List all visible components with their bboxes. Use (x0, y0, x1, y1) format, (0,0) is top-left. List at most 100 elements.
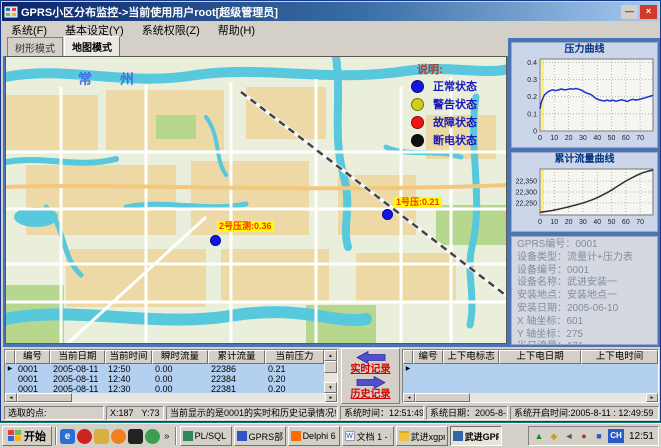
hscroll-thumb[interactable] (17, 393, 72, 402)
column-header[interactable]: 编号 (413, 350, 443, 364)
network-status-icon[interactable]: ▲ (533, 430, 545, 442)
station-marker-1[interactable] (382, 209, 393, 220)
notes-icon[interactable] (94, 429, 109, 444)
scroll-up-icon[interactable]: ▲ (324, 350, 337, 361)
language-indicator[interactable]: CH (608, 429, 624, 443)
scroll-right-icon[interactable]: ► (325, 393, 337, 402)
vscroll-thumb[interactable] (324, 361, 337, 373)
update-icon[interactable]: ◆ (548, 430, 560, 442)
minimize-button[interactable]: — (621, 5, 638, 19)
info-device-type: 设备类型：流量计+压力表 (517, 252, 657, 265)
hscroll-thumb[interactable] (415, 393, 470, 402)
table-cell: 0001 (15, 374, 50, 384)
column-header[interactable]: 上下电时间 (581, 350, 658, 364)
client-area: 树形模式 地图模式 (3, 38, 660, 347)
media-player-icon[interactable] (77, 429, 92, 444)
qq-icon[interactable] (128, 429, 143, 444)
table-cell: 22386 (208, 364, 265, 374)
status-system-start-time: 系统开启时间:2005-8-11 : 12:49:59 (510, 406, 659, 420)
browser-globe-icon[interactable] (145, 429, 160, 444)
table-row[interactable]: 00012005-08-1112:400.00223840.20 (5, 374, 324, 384)
menu-help[interactable]: 帮助(H) (209, 21, 264, 39)
column-header[interactable]: 当前压力 (265, 350, 324, 364)
antivirus-icon[interactable]: ● (578, 430, 590, 442)
column-header[interactable]: 上下电标志 (443, 350, 499, 364)
task-folder-wujin[interactable]: 武进xgprs (396, 426, 448, 446)
folder-icon (399, 431, 409, 441)
status-selected-point: 选取的点: (4, 406, 104, 420)
column-header[interactable]: 当前日期 (50, 350, 105, 364)
svg-text:22,250: 22,250 (516, 200, 538, 207)
svg-text:10: 10 (550, 219, 558, 226)
station-label-1[interactable]: 1号压:0.21 (394, 197, 442, 208)
bottom-section: 编号当前日期当前时间瞬时流量累计流量当前压力 ▶00012005-08-1112… (3, 347, 660, 405)
table-cell: 12:40 (105, 374, 152, 384)
svg-text:40: 40 (593, 219, 601, 226)
svg-text:60: 60 (622, 135, 630, 142)
history-records-button[interactable]: 历史记录 (351, 376, 391, 401)
column-header[interactable]: 累计流量 (208, 350, 265, 364)
column-header[interactable]: 编号 (15, 350, 50, 364)
status-x: X:187 (110, 407, 134, 419)
status-y: Y:73 (142, 407, 160, 419)
start-button[interactable]: 开始 (2, 426, 52, 446)
menu-permissions[interactable]: 系统权限(Z) (133, 21, 209, 39)
info-device-name: 设备名称：武进安装一 (517, 277, 657, 290)
system-tray: ▲ ◆ ◄ ● ■ CH 12:51 (528, 426, 659, 446)
legend-label-warning: 警告状态 (433, 96, 477, 112)
plsql-icon (183, 431, 193, 441)
info-install-place: 安装地点：安装地点一 (517, 290, 657, 303)
realtime-table-body[interactable]: ▶00012005-08-1112:500.00223860.210001200… (5, 364, 324, 393)
status-system-time: 系统时间：12:51:49 (340, 406, 424, 420)
table-row[interactable]: ▶ (403, 364, 658, 374)
legend-dot-warning-icon (411, 98, 424, 111)
table-cell: 12:30 (105, 384, 152, 393)
scroll-down-icon[interactable]: ▼ (324, 382, 337, 393)
station-marker-2[interactable] (210, 235, 221, 246)
svg-text:60: 60 (622, 219, 630, 226)
svg-text:0.2: 0.2 (527, 94, 537, 101)
ie-icon[interactable]: e (60, 429, 75, 444)
flow-chart: 22,25022,30022,350010203040506070 (513, 166, 657, 231)
svg-text:50: 50 (608, 135, 616, 142)
row-selector-icon (5, 374, 15, 384)
tab-tree-mode[interactable]: 树形模式 (7, 37, 63, 56)
column-header[interactable]: 瞬时流量 (152, 350, 208, 364)
city-map[interactable]: 常 州 说明: 正常状态 警告状态 故障状态 断电状态 (5, 56, 507, 344)
task-gprs-doc[interactable]: GPRS部分.... (234, 426, 286, 446)
table-cell: 0001 (15, 384, 50, 393)
scroll-right-icon[interactable]: ► (646, 393, 658, 402)
messenger-icon[interactable]: ■ (593, 430, 605, 442)
svg-text:0: 0 (538, 219, 542, 226)
task-wujin-gprs-active[interactable]: 武进GPRS... (450, 426, 502, 446)
horizontal-scrollbar[interactable]: ◄ ► (403, 393, 658, 402)
history-records-label[interactable]: 历史记录 (351, 389, 391, 401)
map-legend: 说明: 正常状态 警告状态 故障状态 断电状态 (411, 61, 506, 149)
menu-system[interactable]: 系统(F) (2, 21, 56, 39)
tab-map-mode[interactable]: 地图模式 (64, 36, 120, 57)
scroll-left-icon[interactable]: ◄ (403, 393, 415, 402)
table-row[interactable]: 00012005-08-1112:300.00223810.20 (5, 384, 324, 393)
column-header[interactable]: 上下电日期 (499, 350, 581, 364)
vertical-scrollbar[interactable]: ▲ ▼ (324, 350, 337, 393)
column-header[interactable]: 当前时间 (105, 350, 152, 364)
quick-launch-overflow-icon[interactable]: » (162, 431, 172, 442)
station-label-2[interactable]: 2号压测:0.36 (217, 221, 274, 232)
svg-text:40: 40 (593, 135, 601, 142)
scroll-left-icon[interactable]: ◄ (5, 393, 17, 402)
close-button[interactable]: × (640, 5, 657, 19)
realtime-records-button[interactable]: 实时记录 (351, 351, 391, 376)
realtime-records-label[interactable]: 实时记录 (351, 364, 391, 376)
firebird-icon[interactable] (111, 429, 126, 444)
tray-clock[interactable]: 12:51 (627, 431, 654, 442)
svg-text:0: 0 (533, 129, 537, 136)
volume-icon[interactable]: ◄ (563, 430, 575, 442)
power-table-body[interactable]: ▶ (403, 364, 658, 393)
task-delphi[interactable]: Delphi 6 (288, 426, 340, 446)
task-word-doc[interactable]: W 文档 1 - Mic... (342, 426, 394, 446)
wujin-gprs-icon (453, 431, 463, 441)
realtime-table-header: 编号当前日期当前时间瞬时流量累计流量当前压力 (5, 350, 324, 364)
horizontal-scrollbar[interactable]: ◄ ► (5, 393, 337, 402)
table-row[interactable]: ▶00012005-08-1112:500.00223860.21 (5, 364, 324, 374)
task-plsql[interactable]: PL/SQL Dev... (180, 426, 232, 446)
